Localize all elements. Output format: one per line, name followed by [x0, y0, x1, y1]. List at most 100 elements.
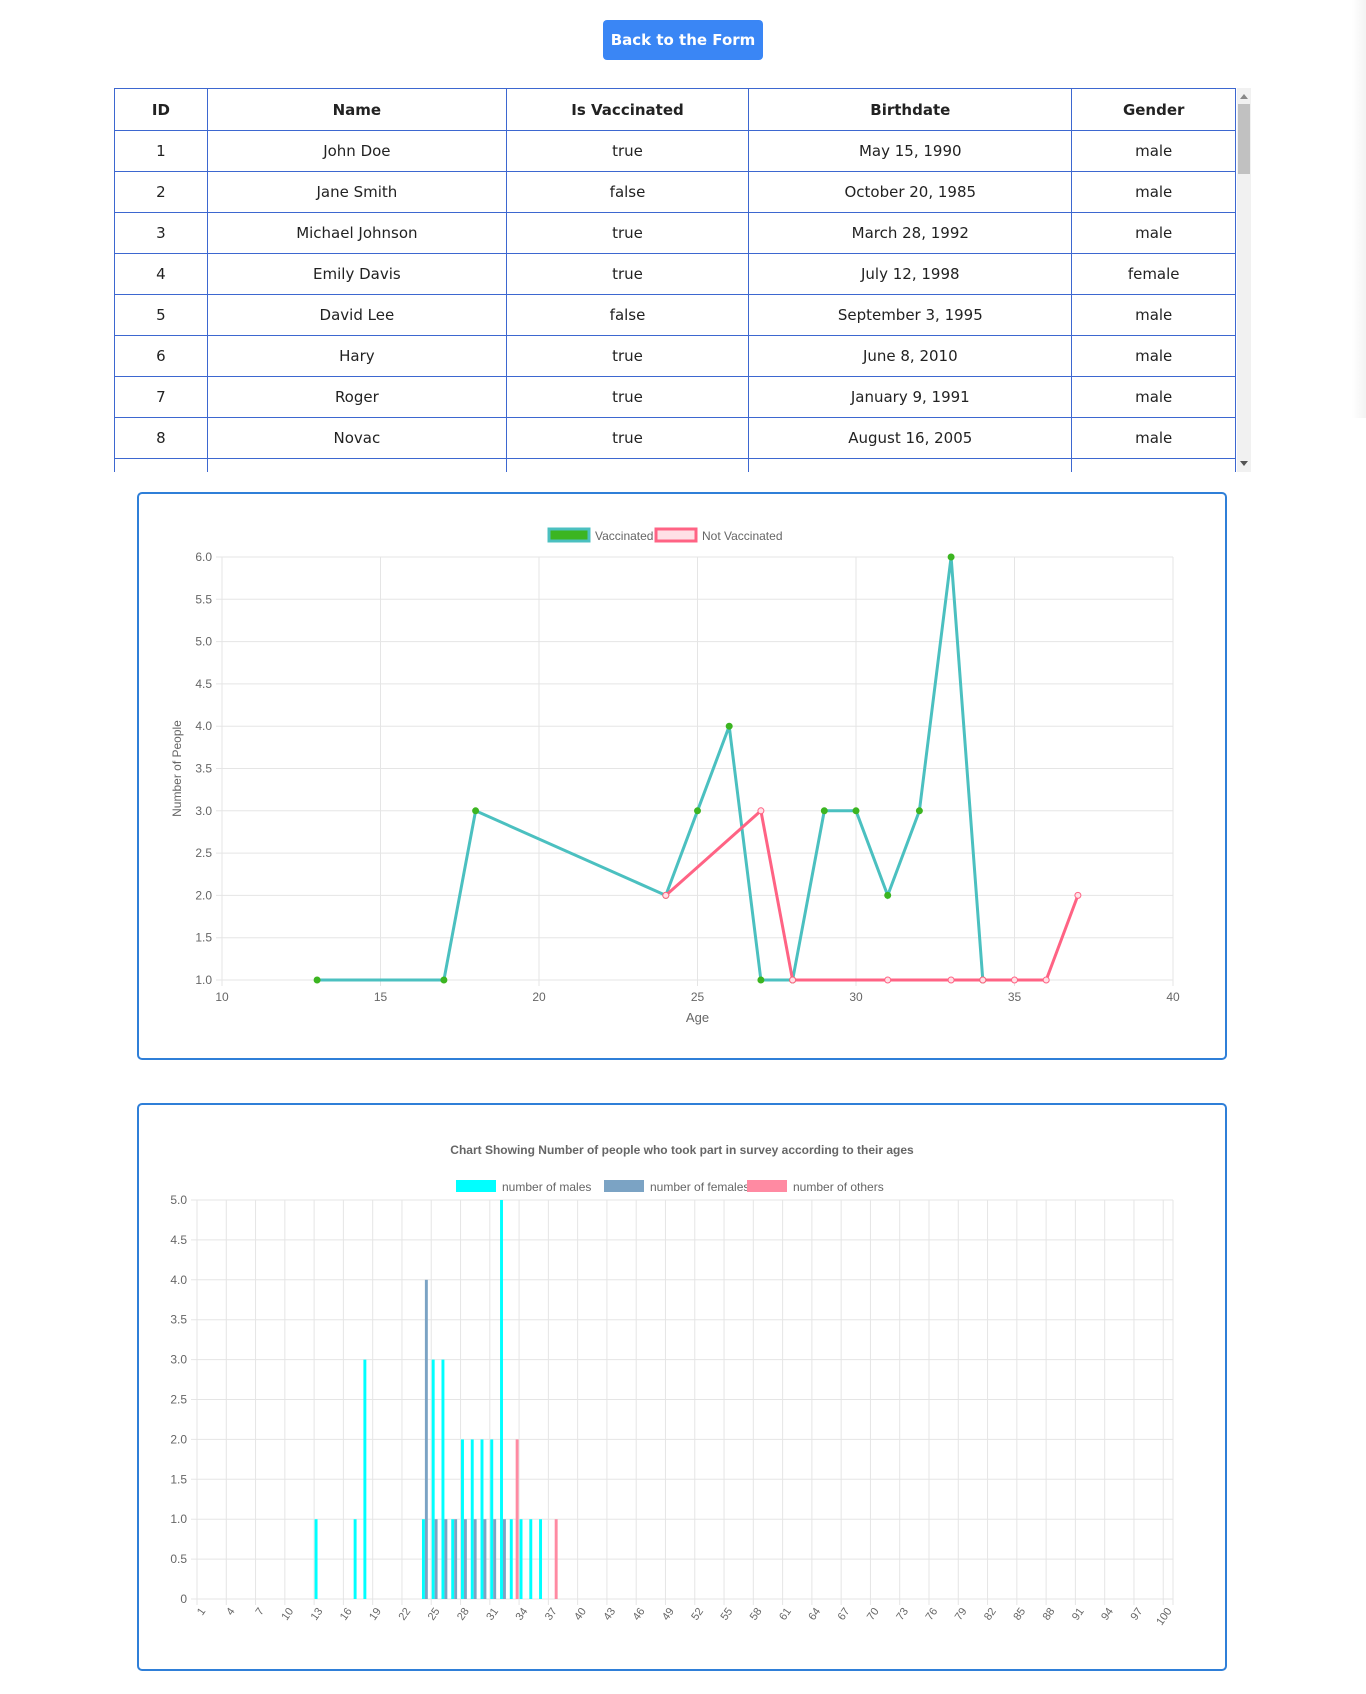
window-edge-shade: [1352, 0, 1366, 418]
bar-females: [444, 1519, 448, 1599]
bar-females: [424, 1279, 428, 1599]
x-tick-label: 70: [865, 1606, 882, 1623]
data-point-not-vaccinated: [662, 891, 670, 899]
cell-id: 7: [114, 376, 208, 418]
y-tick-label: 2.5: [170, 1393, 187, 1407]
x-tick-label: 4: [224, 1606, 237, 1618]
y-tick-label: 4.0: [195, 719, 212, 733]
cell-gender: [1071, 458, 1236, 472]
x-tick-label: 76: [923, 1606, 940, 1623]
y-tick-label: 3.5: [195, 762, 212, 776]
x-tick-label: 34: [514, 1606, 531, 1623]
x-tick-label: 22: [396, 1606, 413, 1623]
x-tick-label: 55: [719, 1606, 736, 1623]
x-tick-label: 19: [367, 1606, 384, 1623]
data-point-not-vaccinated: [757, 807, 765, 815]
table-row: 8 Novac true August 16, 2005 male: [114, 417, 1236, 459]
cell-vaccinated: true: [505, 212, 750, 254]
x-tick-label: 58: [748, 1606, 765, 1623]
x-tick-label: 85: [1011, 1606, 1028, 1623]
table-row: 7 Roger true January 9, 1991 male: [114, 376, 1236, 418]
bar-males: [519, 1519, 523, 1599]
cell-vaccinated: [505, 458, 750, 472]
data-point-not-vaccinated: [947, 976, 955, 984]
data-point-not-vaccinated: [1074, 891, 1082, 899]
cell-birthdate: March 28, 1992: [748, 212, 1073, 254]
bar-females: [483, 1519, 487, 1599]
y-tick-label: 0: [180, 1592, 187, 1606]
legend-label: Vaccinated: [595, 529, 653, 543]
data-point-vaccinated: [694, 807, 701, 815]
legend-label: number of others: [793, 1180, 884, 1194]
table-scrollbar[interactable]: [1237, 88, 1251, 472]
bar-males: [451, 1519, 455, 1599]
x-tick-label: 40: [572, 1606, 589, 1623]
column-header-vaccinated: Is Vaccinated: [505, 88, 750, 131]
cell-vaccinated: true: [505, 417, 750, 459]
bar-females: [502, 1519, 506, 1599]
cell-birthdate: August 16, 2005: [748, 417, 1073, 459]
x-tick-label: 10: [279, 1606, 296, 1623]
data-point-vaccinated: [852, 807, 860, 815]
bar-others: [554, 1519, 558, 1599]
bar-males: [490, 1439, 494, 1599]
data-point-vaccinated: [440, 976, 448, 984]
y-tick-label: 4.5: [195, 677, 212, 691]
data-point-not-vaccinated: [1011, 976, 1018, 984]
bar-males: [509, 1519, 513, 1599]
cell-birthdate: January 9, 1991: [748, 376, 1073, 418]
chart-title: Chart Showing Number of people who took …: [450, 1143, 914, 1157]
bar-females: [493, 1519, 497, 1599]
column-header-gender: Gender: [1071, 88, 1236, 131]
cell-birthdate: September 3, 1995: [748, 294, 1073, 336]
y-tick-label: 1.5: [170, 1472, 187, 1486]
x-tick-label: 88: [1041, 1606, 1058, 1623]
people-table-container[interactable]: ID Name Is Vaccinated Birthdate Gender 1…: [114, 88, 1251, 472]
column-header-name: Name: [206, 88, 507, 131]
x-tick-label: 31: [484, 1606, 501, 1623]
y-tick-label: 1.0: [170, 1512, 187, 1526]
cell-id: 8: [114, 417, 208, 459]
legend-swatch: [547, 527, 591, 543]
x-tick-label: 1: [195, 1606, 208, 1618]
bar-males: [461, 1439, 464, 1599]
table-row: 5 David Lee false September 3, 1995 male: [114, 294, 1236, 336]
data-point-vaccinated: [313, 976, 321, 984]
data-point-vaccinated: [820, 807, 828, 815]
bar-males: [363, 1359, 367, 1599]
cell-gender: male: [1071, 171, 1236, 213]
x-tick-label: 82: [982, 1606, 999, 1623]
age-bar-chart-card: Chart Showing Number of people who took …: [137, 1103, 1227, 1671]
scroll-up-arrow-icon[interactable]: [1240, 94, 1248, 99]
cell-id: 6: [114, 335, 208, 377]
x-tick-label: 15: [374, 990, 388, 1004]
bar-males: [421, 1519, 425, 1599]
table-body: 1 John Doe true May 15, 1990 male 2 Jane Smith…: [114, 130, 1236, 472]
bar-males: [480, 1439, 484, 1599]
y-tick-label: 2.0: [170, 1432, 187, 1446]
bar-females: [473, 1519, 477, 1599]
table-row: 1 John Doe true May 15, 1990 male: [114, 130, 1236, 172]
x-tick-label: 79: [953, 1606, 970, 1623]
x-tick-label: 40: [1166, 990, 1180, 1004]
data-point-vaccinated: [884, 891, 892, 899]
scroll-down-arrow-icon[interactable]: [1240, 461, 1248, 466]
y-tick-label: 3.0: [195, 804, 212, 818]
cell-name: Roger: [206, 376, 507, 418]
cell-vaccinated: false: [505, 294, 750, 336]
bar-females: [454, 1519, 458, 1599]
back-to-form-button[interactable]: Back to the Form: [603, 20, 763, 60]
y-tick-label: 6.0: [195, 550, 212, 564]
bar-males: [529, 1519, 533, 1599]
cell-birthdate: [748, 458, 1073, 472]
cell-vaccinated: true: [505, 335, 750, 377]
x-tick-label: 7: [254, 1606, 267, 1618]
x-tick-label: 43: [601, 1606, 618, 1623]
x-tick-label: 94: [1099, 1606, 1116, 1623]
scrollbar-thumb[interactable]: [1238, 104, 1250, 174]
x-tick-label: 16: [338, 1606, 355, 1623]
legend-swatch: [604, 1180, 644, 1192]
vaccination-line-chart: 10 15 20 25 30 35 40 1.0 1.5 2.0 2.5 3.0 3.5 4.0 4.5 5.…: [170, 527, 1180, 1025]
x-tick-label: 25: [691, 990, 705, 1004]
table-row: [114, 458, 1236, 472]
